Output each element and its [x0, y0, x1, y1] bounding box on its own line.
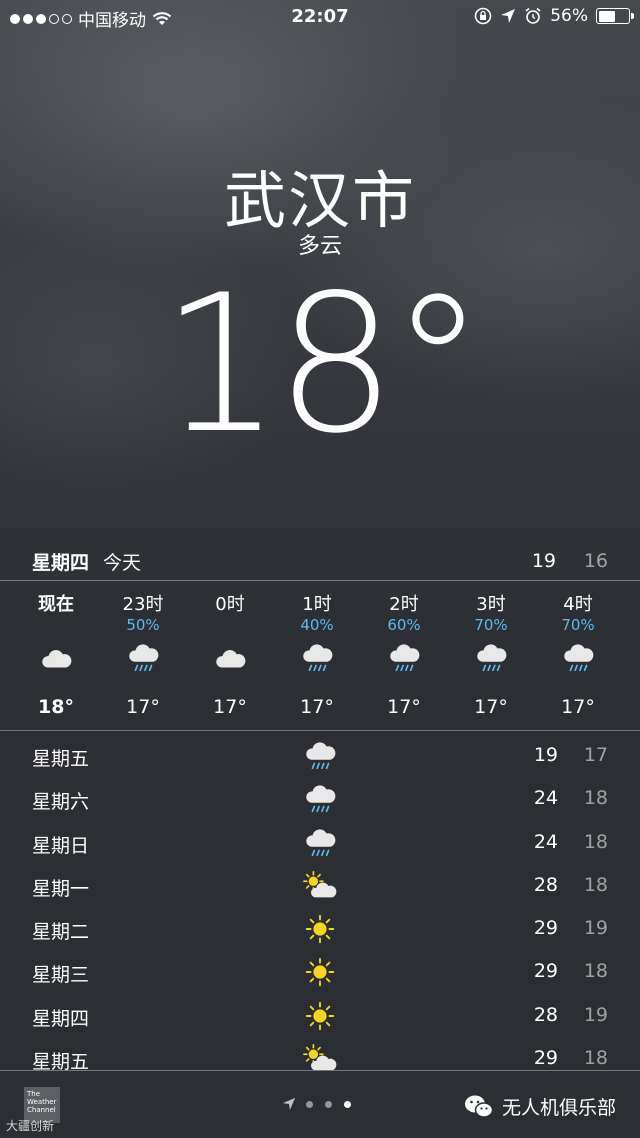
city-name: 武汉市 — [223, 164, 416, 237]
precip-chance — [190, 616, 270, 638]
daily-day: 星期五 — [32, 748, 90, 770]
daily-row: 星期六 24 18 — [0, 779, 640, 822]
page-dot[interactable] — [325, 1100, 332, 1108]
daily-day: 星期三 — [32, 964, 90, 987]
alarm-icon — [525, 7, 541, 24]
hourly-item: 现在 18° — [16, 590, 96, 718]
precip-chance: 50% — [126, 616, 160, 634]
daily-row: 星期一 28 18 — [0, 866, 640, 909]
current-temperature: 18° — [160, 254, 486, 475]
today-high: 19 — [531, 550, 556, 572]
today-low: 16 — [583, 550, 608, 572]
hourly-item: 3时 70% 17° — [451, 590, 531, 718]
partly-sunny-icon — [300, 866, 340, 906]
watermark: 无人机俱乐部 — [464, 1093, 616, 1120]
today-day: 星期四 — [32, 551, 90, 574]
hourly-time: 现在 — [38, 594, 74, 615]
daily-row: 星期五 19 17 — [0, 736, 640, 779]
precip-chance: 40% — [300, 616, 334, 634]
rain-icon — [300, 779, 340, 819]
daily-low: 18 — [583, 873, 608, 896]
daily-day: 星期日 — [32, 834, 90, 857]
status-bar: 中国移动 22:07 56% — [0, 0, 640, 34]
daily-day: 星期四 — [32, 1007, 90, 1030]
hourly-temp: 17° — [213, 696, 247, 718]
cloud-icon — [190, 638, 270, 678]
hourly-temp: 17° — [561, 696, 595, 718]
daily-forecast[interactable]: 星期五 19 17 星期六 24 18 星期日 24 18 星期一 28 18 星期二 29 19 星期三 29… — [0, 736, 640, 1082]
daily-low: 19 — [583, 917, 608, 940]
rain-icon — [300, 823, 340, 863]
daily-high: 28 — [533, 1003, 558, 1026]
hourly-temp: 17° — [474, 696, 508, 718]
daily-high: 29 — [533, 1047, 558, 1070]
precip-chance: 70% — [474, 616, 508, 634]
divider — [0, 730, 640, 731]
hourly-item: 4时 70% 17° — [538, 590, 618, 718]
page-indicator[interactable] — [282, 1097, 351, 1111]
hourly-time: 0时 — [215, 594, 245, 615]
daily-day: 星期一 — [32, 877, 90, 900]
today-label: 今天 — [103, 551, 142, 574]
hourly-item: 23时 50% 17° — [103, 590, 183, 718]
watermark-secondary: 大疆创新 — [6, 1119, 55, 1133]
bottom-toolbar: The Weather Channel 无人机俱乐部 大疆创新 — [0, 1070, 640, 1138]
daily-row: 星期二 29 19 — [0, 909, 640, 952]
rain-icon — [277, 638, 357, 678]
battery-icon — [596, 8, 634, 24]
daily-row: 星期四 28 19 — [0, 996, 640, 1039]
rain-icon — [451, 638, 531, 678]
hourly-temp: 17° — [300, 696, 334, 718]
daily-day: 星期六 — [32, 791, 90, 814]
daily-low: 18 — [583, 960, 608, 983]
daily-high: 29 — [533, 917, 558, 940]
precip-chance: 70% — [561, 616, 595, 634]
sun-icon — [300, 996, 340, 1036]
precip-chance — [16, 616, 96, 638]
hourly-temp: 17° — [126, 696, 160, 718]
daily-high: 24 — [533, 830, 558, 853]
hourly-item: 1时 40% 17° — [277, 590, 357, 718]
hourly-time: 4时 — [563, 594, 593, 615]
wechat-icon — [464, 1095, 494, 1118]
hourly-time: 1时 — [302, 594, 332, 615]
page-dot[interactable] — [306, 1100, 313, 1108]
hourly-time: 23时 — [122, 594, 164, 615]
hourly-forecast[interactable]: 现在 18° 23时 50% 17° 0时 17° 1时 40% 17° 2时 60% 17° 3时 70%… — [0, 590, 640, 720]
daily-row: 星期日 24 18 — [0, 823, 640, 866]
sun-icon — [300, 952, 340, 992]
hourly-time: 3时 — [476, 594, 506, 615]
daily-low: 17 — [583, 744, 608, 766]
hourly-temp: 18° — [38, 696, 74, 718]
daily-high: 28 — [533, 873, 558, 896]
divider — [0, 580, 640, 581]
hourly-temp: 17° — [387, 696, 421, 718]
page-dot[interactable] — [344, 1100, 351, 1108]
rain-icon — [364, 638, 444, 678]
daily-low: 19 — [583, 1003, 608, 1026]
daily-high: 24 — [533, 787, 558, 810]
hourly-time: 2时 — [389, 594, 419, 615]
daily-day: 星期二 — [32, 921, 90, 944]
daily-low: 18 — [583, 830, 608, 853]
daily-high: 29 — [533, 960, 558, 983]
sun-icon — [300, 909, 340, 949]
daily-row: 星期三 29 18 — [0, 952, 640, 995]
hourly-item: 2时 60% 17° — [364, 590, 444, 718]
daily-low: 18 — [583, 787, 608, 810]
rain-icon — [103, 638, 183, 678]
rotation-lock-icon — [474, 7, 492, 25]
rain-icon — [300, 736, 340, 776]
battery-percent: 56% — [550, 6, 588, 26]
hourly-item: 0时 17° — [190, 590, 270, 718]
daily-low: 18 — [583, 1047, 608, 1070]
daily-high: 19 — [533, 744, 558, 766]
rain-icon — [538, 638, 618, 678]
cloud-icon — [16, 638, 96, 678]
location-arrow-icon — [501, 9, 516, 23]
precip-chance: 60% — [387, 616, 421, 634]
today-summary: 星期四 今天 19 16 — [32, 546, 608, 576]
watermark-text: 无人机俱乐部 — [501, 1097, 616, 1119]
location-arrow-icon — [282, 1097, 296, 1111]
